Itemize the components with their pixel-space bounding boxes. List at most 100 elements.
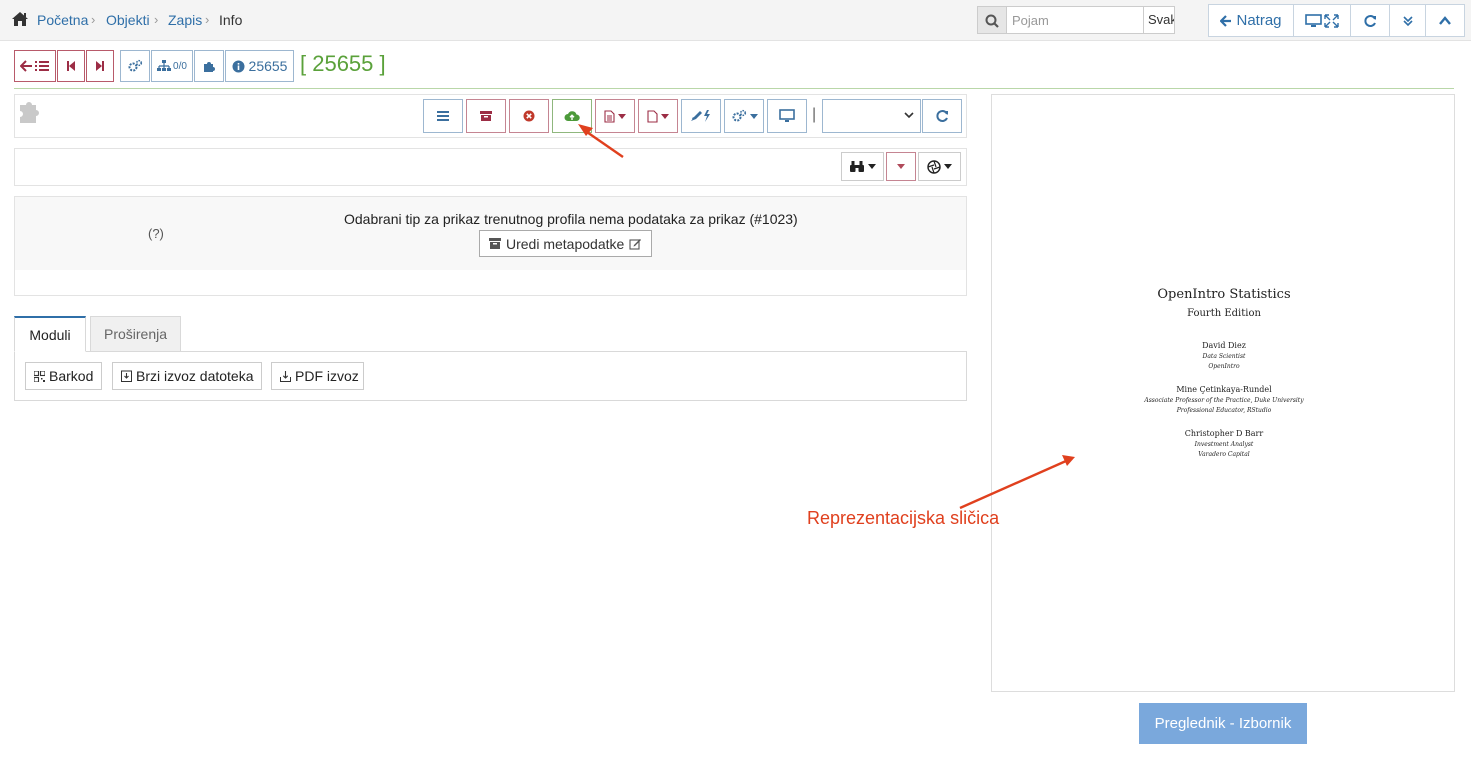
search-binoculars-button[interactable]	[841, 152, 884, 181]
thumbnail-preview[interactable]: OpenIntro Statistics Fourth Edition Davi…	[991, 94, 1455, 692]
caret-down-icon	[868, 164, 876, 169]
scroll-up-button[interactable]	[1425, 4, 1465, 37]
edit-metadata-button[interactable]: Uredi metapodatke	[479, 230, 652, 257]
step-backward-icon	[67, 61, 75, 71]
document-dropdown-button[interactable]	[595, 99, 635, 133]
cover-author-name: David Diez	[1202, 341, 1246, 350]
collapse-down-button[interactable]	[1389, 4, 1426, 37]
filter-panel	[14, 148, 967, 186]
puzzle-placeholder-icon	[18, 99, 46, 128]
edit-icon	[629, 239, 642, 250]
search-icon[interactable]	[977, 6, 1006, 34]
info-message: Odabrani tip za prikaz trenutnog profila…	[344, 211, 798, 227]
cover-author-role: OpenIntro	[1208, 363, 1240, 370]
monitor-expand-icon	[1305, 13, 1339, 28]
hierarchy-count: 0/0	[173, 60, 187, 72]
double-chevron-down-icon	[1402, 15, 1413, 26]
file-dropdown-button[interactable]	[638, 99, 678, 133]
next-record-button[interactable]	[86, 50, 114, 82]
record-title: [ 25655 ]	[300, 51, 386, 76]
delete-button[interactable]	[509, 99, 549, 133]
search-scope-select[interactable]: Svako	[1143, 6, 1175, 34]
file-text-icon	[604, 109, 615, 123]
back-to-list-button[interactable]	[14, 50, 56, 82]
file-icon	[647, 109, 658, 123]
barcode-button[interactable]: Barkod	[25, 362, 102, 390]
settings-button[interactable]	[120, 50, 150, 82]
barcode-button-label: Barkod	[49, 368, 94, 384]
refresh-button[interactable]	[1350, 4, 1390, 37]
cover-author-role: Data Scientist	[1202, 353, 1246, 360]
display-button[interactable]	[767, 99, 807, 133]
edit-metadata-label: Uredi metapodatke	[506, 235, 625, 252]
pdf-export-button[interactable]: PDF izvoz	[271, 362, 364, 390]
refresh-icon	[1364, 14, 1376, 27]
header-divider	[14, 88, 1454, 89]
download-icon	[280, 371, 291, 382]
cogs-icon	[128, 59, 143, 72]
cover-edition: Fourth Edition	[1187, 308, 1261, 319]
aperture-dropdown-button[interactable]	[918, 152, 961, 181]
fullscreen-button[interactable]	[1293, 4, 1351, 37]
plugin-button[interactable]	[194, 50, 224, 82]
cover-author-role: Investment Analyst	[1194, 441, 1254, 448]
cogs-icon	[732, 109, 746, 122]
times-circle-icon	[523, 110, 535, 122]
search-input[interactable]	[1006, 6, 1144, 34]
caret-down-icon	[897, 164, 905, 169]
binoculars-icon	[850, 161, 864, 172]
cover-author-role: Professional Educator, RStudio	[1176, 407, 1272, 414]
puzzle-icon	[204, 62, 215, 72]
upload-button[interactable]	[552, 99, 592, 133]
aperture-icon	[927, 159, 941, 174]
breadcrumb-objekti[interactable]: Objekti	[106, 12, 150, 28]
breadcrumb-separator: ›	[205, 12, 210, 27]
toolbar-separator: |	[812, 106, 817, 123]
sitemap-icon	[157, 60, 172, 71]
back-button[interactable]: Natrag	[1208, 4, 1294, 37]
caret-down-icon	[618, 113, 626, 119]
info-message-area: (?) Odabrani tip za prikaz trenutnog pro…	[15, 197, 966, 270]
archive-button[interactable]	[466, 99, 506, 133]
info-circle-icon	[232, 60, 245, 72]
settings-dropdown-button[interactable]	[724, 99, 764, 133]
export-icon	[121, 370, 132, 382]
record-info-button[interactable]: 25655	[225, 50, 294, 82]
quick-action-button[interactable]	[681, 99, 721, 133]
breadcrumb-zapis[interactable]: Zapis	[168, 12, 202, 28]
breadcrumb-separator: ›	[154, 12, 159, 27]
quick-export-button[interactable]: Brzi izvoz datoteka	[112, 362, 262, 390]
annotation-label: Reprezentacijska sličica	[807, 508, 1000, 528]
viewer-menu-button[interactable]: Preglednik - Izbornik	[1139, 703, 1307, 744]
refresh-icon	[936, 110, 948, 122]
qrcode-icon	[34, 370, 45, 382]
list-menu-button[interactable]	[423, 99, 463, 133]
breadcrumb-pocetna[interactable]: Početna	[37, 12, 88, 28]
step-forward-icon	[96, 61, 104, 71]
rocket-bolt-icon	[691, 110, 710, 122]
cover-author-role: Associate Professor of the Practice, Duk…	[1144, 397, 1304, 404]
tab-moduli[interactable]: Moduli	[14, 316, 86, 352]
cover-author-name: Christopher D Barr	[1184, 429, 1264, 438]
first-record-button[interactable]	[57, 50, 85, 82]
cloud-upload-icon	[564, 111, 580, 121]
view-select[interactable]	[822, 99, 921, 133]
cover-author-role: Varadero Capital	[1198, 451, 1250, 458]
archive-icon	[480, 111, 492, 121]
home-icon[interactable]	[11, 11, 29, 27]
archive-icon	[489, 238, 501, 249]
caret-down-icon	[944, 164, 952, 169]
tab-prosirenja[interactable]: Proširenja	[90, 316, 181, 352]
back-button-label: Natrag	[1236, 12, 1282, 29]
cover-author-name: Mine Çetinkaya-Rundel	[1176, 385, 1272, 394]
search-group: Svako	[977, 6, 1198, 34]
help-question-mark[interactable]: (?)	[148, 226, 164, 241]
pdf-export-label: PDF izvoz	[295, 368, 359, 384]
quick-export-label: Brzi izvoz datoteka	[136, 368, 254, 384]
reload-view-button[interactable]	[922, 99, 962, 133]
hierarchy-button[interactable]: 0/0	[151, 50, 193, 82]
filter-dropdown-button[interactable]	[886, 152, 916, 181]
record-id-badge: 25655	[248, 58, 288, 74]
breadcrumb-separator: ›	[91, 12, 96, 27]
chevron-down-icon	[904, 112, 914, 119]
